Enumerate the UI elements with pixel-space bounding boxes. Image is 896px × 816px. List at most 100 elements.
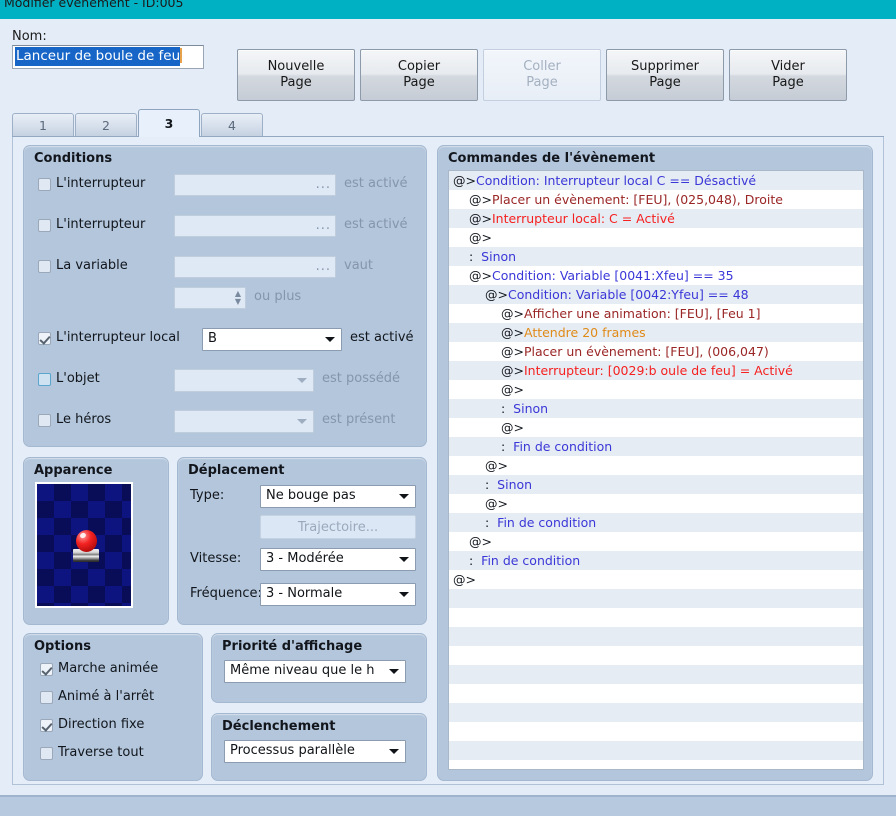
command-row[interactable]: @> [449,456,863,475]
condition-checkbox[interactable] [38,332,51,345]
command-row[interactable]: @>Afficher une animation: [FEU], [Feu 1] [449,304,863,323]
supprimer-page-button[interactable]: Supprimer Page [606,49,724,101]
coller-page-button: Coller Page [483,49,601,101]
condition-trailing-label: est possédé [322,371,400,386]
condition-label: L'interrupteur [56,217,146,232]
command-row[interactable]: : Fin de condition [449,551,863,570]
command-row[interactable]: : Fin de condition [449,437,863,456]
trajectory-button[interactable]: Trajectoire... [260,515,416,539]
command-row[interactable]: @>Interrupteur local: C = Activé [449,209,863,228]
options-title: Options [34,639,91,654]
tab-page-2[interactable]: 2 [75,113,137,137]
command-row[interactable] [449,646,863,665]
command-row[interactable]: @> [449,570,863,589]
chevron-down-icon [389,749,399,754]
option-checkbox[interactable] [40,663,53,676]
command-row[interactable]: : Sinon [449,399,863,418]
condition-checkbox[interactable] [38,373,51,386]
command-marker: @> [501,420,524,435]
command-row[interactable]: @> [449,494,863,513]
command-row[interactable]: @> [449,228,863,247]
command-row[interactable] [449,608,863,627]
command-row[interactable] [449,722,863,741]
command-row[interactable] [449,741,863,760]
copier-page-button[interactable]: Copier Page [360,49,478,101]
command-marker: @> [469,268,492,283]
declenchement-combo[interactable]: Processus parallèle [224,740,406,763]
command-row[interactable] [449,684,863,703]
movement-type-label: Type: [190,488,225,503]
priorite-combo[interactable]: Même niveau que le h [224,660,406,683]
command-text: Attendre 20 frames [523,325,646,340]
condition-combo[interactable]: B [202,328,342,351]
condition-combo-value: B [208,331,217,346]
trajectory-button-label: Trajectoire... [297,519,379,535]
condition-label: L'interrupteur local [56,330,180,345]
condition-textbox[interactable]: ... [174,174,336,196]
command-row[interactable] [449,589,863,608]
condition-checkbox[interactable] [38,260,51,273]
tab-label: 3 [164,116,174,131]
sprite-preview[interactable] [35,482,133,608]
command-marker: : [485,515,498,530]
command-row[interactable]: @> [449,418,863,437]
command-row[interactable]: @>Condition: Variable [0042:Yfeu] == 48 [449,285,863,304]
tab-page-1[interactable]: 1 [12,113,74,137]
movement-type-combo[interactable]: Ne bouge pas [260,485,416,508]
tab-page-4[interactable]: 4 [201,113,263,137]
condition-trailing-label: est activé [350,330,414,345]
option-checkbox[interactable] [40,747,53,760]
condition-textbox[interactable]: ... [174,256,336,278]
condition-combo[interactable] [174,369,314,392]
command-row[interactable]: : Fin de condition [449,513,863,532]
page-tabs: 1 2 3 4 [12,109,884,137]
option-checkbox[interactable] [40,691,53,704]
command-row[interactable]: @> [449,380,863,399]
condition-checkbox[interactable] [38,414,51,427]
speed-combo[interactable]: 3 - Modérée [260,548,416,571]
command-marker: @> [469,230,492,245]
event-command-list[interactable]: @>Condition: Interrupteur local C == Dés… [448,170,864,770]
condition-textbox[interactable]: ... [174,215,336,237]
condition-value-spinner[interactable]: ▲ ▼ [174,287,246,309]
command-row[interactable]: @> [449,532,863,551]
command-row[interactable]: @>Condition: Interrupteur local C == Dés… [449,171,863,190]
name-input[interactable]: Lanceur de boule de feu [12,45,204,69]
nouvelle-page-button[interactable]: Nouvelle Page [237,49,355,101]
command-row[interactable]: @>Placer un évènement: [FEU], (025,048),… [449,190,863,209]
frequency-combo[interactable]: 3 - Normale [260,583,416,606]
command-marker: @> [485,496,508,511]
command-text: Condition: Variable [0041:Xfeu] == 35 [491,268,734,283]
condition-checkbox[interactable] [38,219,51,232]
command-row[interactable]: @>Condition: Variable [0041:Xfeu] == 35 [449,266,863,285]
command-row[interactable] [449,665,863,684]
condition-combo[interactable] [174,410,314,433]
fireball-sprite-icon [71,530,101,564]
command-row[interactable]: @>Attendre 20 frames [449,323,863,342]
tab-page-3[interactable]: 3 [138,109,200,137]
command-marker: : [469,249,482,264]
window-title: Modifier évènement - ID:005 [4,0,184,10]
command-marker: @> [453,572,476,587]
frequency-label: Fréquence: [190,586,262,601]
vider-page-button[interactable]: Vider Page [729,49,847,101]
command-row[interactable]: : Sinon [449,475,863,494]
option-checkbox[interactable] [40,719,53,732]
tab-label: 1 [39,118,47,133]
command-row[interactable]: @>Interrupteur: [0029:b oule de feu] = A… [449,361,863,380]
command-text: Placer un évènement: [FEU], (006,047) [523,344,769,359]
command-row[interactable] [449,627,863,646]
condition-checkbox[interactable] [38,178,51,191]
command-marker: @> [485,458,508,473]
command-marker: @> [469,534,492,549]
declenchement-title: Déclenchement [222,719,336,734]
command-row[interactable]: @>Placer un évènement: [FEU], (006,047) [449,342,863,361]
name-input-value: Lanceur de boule de feu [15,47,181,66]
chevron-down-icon [297,419,307,424]
command-text: Sinon [497,477,533,492]
command-row[interactable] [449,703,863,722]
text-caret [180,48,183,63]
command-row[interactable]: : Sinon [449,247,863,266]
spinner-arrows-icon[interactable]: ▲ ▼ [235,290,241,306]
button-label-line2: Page [772,75,804,90]
